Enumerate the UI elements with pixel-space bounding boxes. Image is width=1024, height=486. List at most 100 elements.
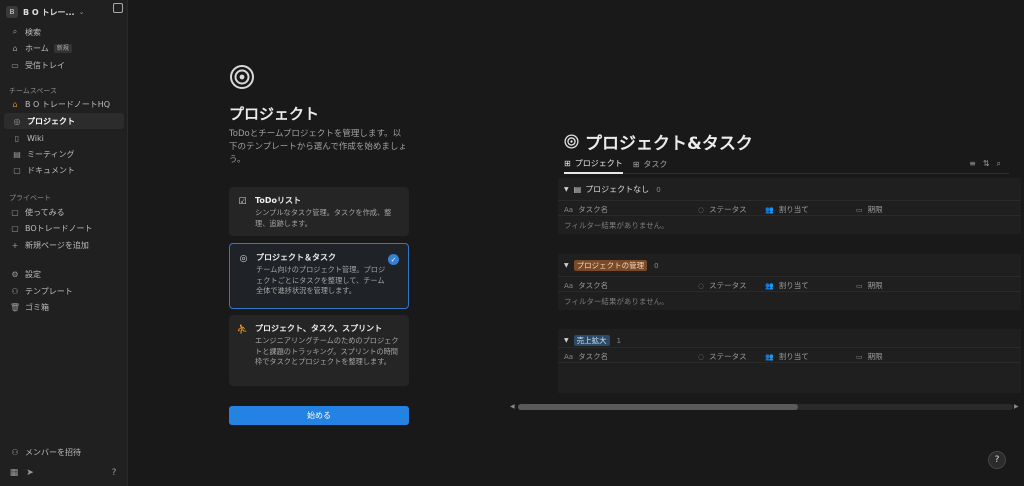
search-icon[interactable]: ⌕ [997,159,1001,169]
lock-icon: ▤ [573,185,582,194]
template-title: プロジェクト＆タスク [256,253,336,262]
plus-icon: + [11,240,19,250]
status-icon: ◌ [698,352,705,361]
sidebar-item-wiki[interactable]: ▯ Wiki [4,130,124,146]
target-icon [230,65,254,89]
text-type-icon: Aa [564,281,574,290]
help-icon[interactable]: ? [109,468,119,478]
column-header-row: Aa タスク名 ◌ ステータス 👥 割り当て ▭ 期限 [558,276,1021,292]
target-icon [564,134,579,149]
search-icon: ⌕ [12,27,18,36]
column-header: 割り当て [778,281,809,290]
sidebar-item-label: 使ってみる [25,207,65,217]
preview-title: プロジェクト&タスク [564,129,753,154]
status-icon: ◌ [698,281,705,290]
template-option-projects-tasks[interactable]: ◎ プロジェクト＆タスク チーム向けのプロジェクト管理。プロジェクトごとにタスク… [229,243,409,309]
sidebar-item-label: BOトレードノート [25,223,93,233]
column-header-row: Aa タスク名 ◌ ステータス 👥 割り当て ▭ 期限 [558,347,1021,363]
tab-tasks[interactable]: ⊞ タスク [633,157,668,171]
sidebar-item-home[interactable]: ⌂ ホーム 新規 [4,40,124,56]
workspace-avatar: B [6,6,18,18]
group-project-management: ▼ プロジェクトの管理 0 Aa タスク名 ◌ ステータス 👥 割り当て ▭ 期限 フィ… [558,254,1021,310]
template-icon: ⚇ [11,286,19,296]
sidebar-item-docs[interactable]: ▢ ドキュメント [4,162,124,178]
sidebar-item-meetings[interactable]: ▤ ミーティング [4,146,124,162]
sidebar-item-add-page[interactable]: + 新規ページを追加 [4,237,124,253]
template-option-projects-sprints[interactable]: ⛹ プロジェクト、タスク、スプリント エンジニアリングチームのためのプロジェクト… [229,315,409,386]
column-header: 割り当て [778,205,809,214]
template-option-todo[interactable]: ☑ ToDoリスト シンプルなタスク管理。タスクを作成、整理、追跡します。 [229,187,409,236]
table-icon: ⊞ [564,158,571,168]
people-icon: 👥 [765,205,774,214]
new-badge: 新規 [53,43,72,53]
page-description: ToDoとチームプロジェクトを管理します。以下のテンプレートから選んで作成を始め… [229,129,407,165]
checkbox-icon: ☑ [238,196,247,207]
send-icon[interactable]: ➤ [25,468,35,478]
group-header[interactable]: ▼ プロジェクトの管理 0 [564,260,659,271]
teamspace-section-label: チームスペース [9,87,57,95]
sidebar-item-label: メンバーを招待 [25,447,81,457]
sort-icon[interactable]: ⇅ [983,159,990,169]
preview-title-text: プロジェクト&タスク [585,134,753,154]
template-description: シンプルなタスク管理。タスクを作成、整理、追跡します。 [255,208,392,228]
tab-projects[interactable]: ⊞ プロジェクト [564,157,623,174]
column-header: タスク名 [578,205,609,214]
template-title: プロジェクト、タスク、スプリント [255,324,383,333]
column-header: ステータス [709,352,747,361]
sidebar-item-bo-tradenote[interactable]: ▢ BOトレードノート [4,220,124,236]
empty-state: フィルター結果がありません。 [564,297,669,306]
new-page-icon[interactable] [113,3,123,13]
scroll-right-icon[interactable]: ▶ [1014,403,1019,410]
sidebar-item-settings[interactable]: ⚙ 設定 [4,266,124,282]
sidebar-item-label: ゴミ箱 [25,302,49,312]
horizontal-scrollbar[interactable] [518,404,1013,410]
empty-state: フィルター結果がありません。 [564,221,669,230]
group-header[interactable]: ▼ ▤ プロジェクトなし 0 [564,184,661,195]
column-header: ステータス [709,205,747,214]
calendar-icon: ▭ [856,205,863,214]
inbox-icon: ▭ [11,60,19,70]
sidebar-item-label: テンプレート [25,286,73,296]
workspace-switcher[interactable]: B B O トレー... ⌄ [6,4,122,20]
help-button[interactable]: ? [988,451,1006,469]
sidebar-item-trash[interactable]: 🗑 ゴミ箱 [4,299,124,315]
sidebar-item-label: ドキュメント [27,165,75,175]
preview-canvas: プロジェクト&タスク ⊞ プロジェクト ⊞ タスク ≡ ⇅ ⌕ ▼ ▤ プロジェ… [508,73,1021,414]
scrollbar-thumb[interactable] [518,404,798,410]
template-description: チーム向けのプロジェクト管理。プロジェクトごとにタスクを整理して、チーム全体で進… [256,265,386,295]
column-header: 割り当て [778,352,809,361]
scroll-left-icon[interactable]: ◀ [510,403,515,410]
caret-down-icon: ▼ [564,186,569,193]
sidebar-item-getting-started[interactable]: ▢ 使ってみる [4,204,124,220]
status-icon: ◌ [698,205,705,214]
runner-icon: ⛹ [236,324,249,335]
sidebar-item-inbox[interactable]: ▭ 受信トレイ [4,57,124,73]
private-section-label: プライベート [9,194,51,202]
template-preview: プロジェクト&タスク ⊞ プロジェクト ⊞ タスク ≡ ⇅ ⌕ ▼ ▤ プロジェ… [508,73,1021,414]
text-type-icon: Aa [564,352,574,361]
column-header: タスク名 [578,281,609,290]
sidebar-item-search[interactable]: ⌕ 検索 [4,24,124,40]
calendar-icon: ▭ [856,352,863,361]
sidebar-item-label: 新規ページを追加 [25,240,89,250]
group-count: 0 [656,185,661,194]
group-sales-growth: ▼ 売上拡大 1 Aa タスク名 ◌ ステータス 👥 割り当て ▭ 期限 [558,329,1021,393]
sidebar-item-label: Wiki [27,133,44,143]
start-button[interactable]: 始める [229,406,409,425]
group-tag: 売上拡大 [573,335,610,346]
sidebar-item-teamspace-hq[interactable]: ⌂ B O トレードノートHQ [4,96,124,112]
column-header: 期限 [867,205,883,214]
sidebar-item-invite[interactable]: ⚇ メンバーを招待 [4,444,124,460]
group-header[interactable]: ▼ 売上拡大 1 [564,335,621,346]
sidebar-item-label: 検索 [25,27,41,37]
group-count: 0 [654,261,659,270]
calendar-icon[interactable]: ▦ [9,468,19,478]
sidebar-item-projects[interactable]: ◎ プロジェクト [4,113,124,129]
people-icon: 👥 [765,281,774,290]
filter-icon[interactable]: ≡ [969,159,976,169]
sidebar-item-label: 受信トレイ [25,60,65,70]
template-title: ToDoリスト [255,196,302,205]
sidebar-item-templates[interactable]: ⚇ テンプレート [4,283,124,299]
sidebar-item-label: B O トレードノートHQ [25,99,111,109]
text-type-icon: Aa [564,205,574,214]
